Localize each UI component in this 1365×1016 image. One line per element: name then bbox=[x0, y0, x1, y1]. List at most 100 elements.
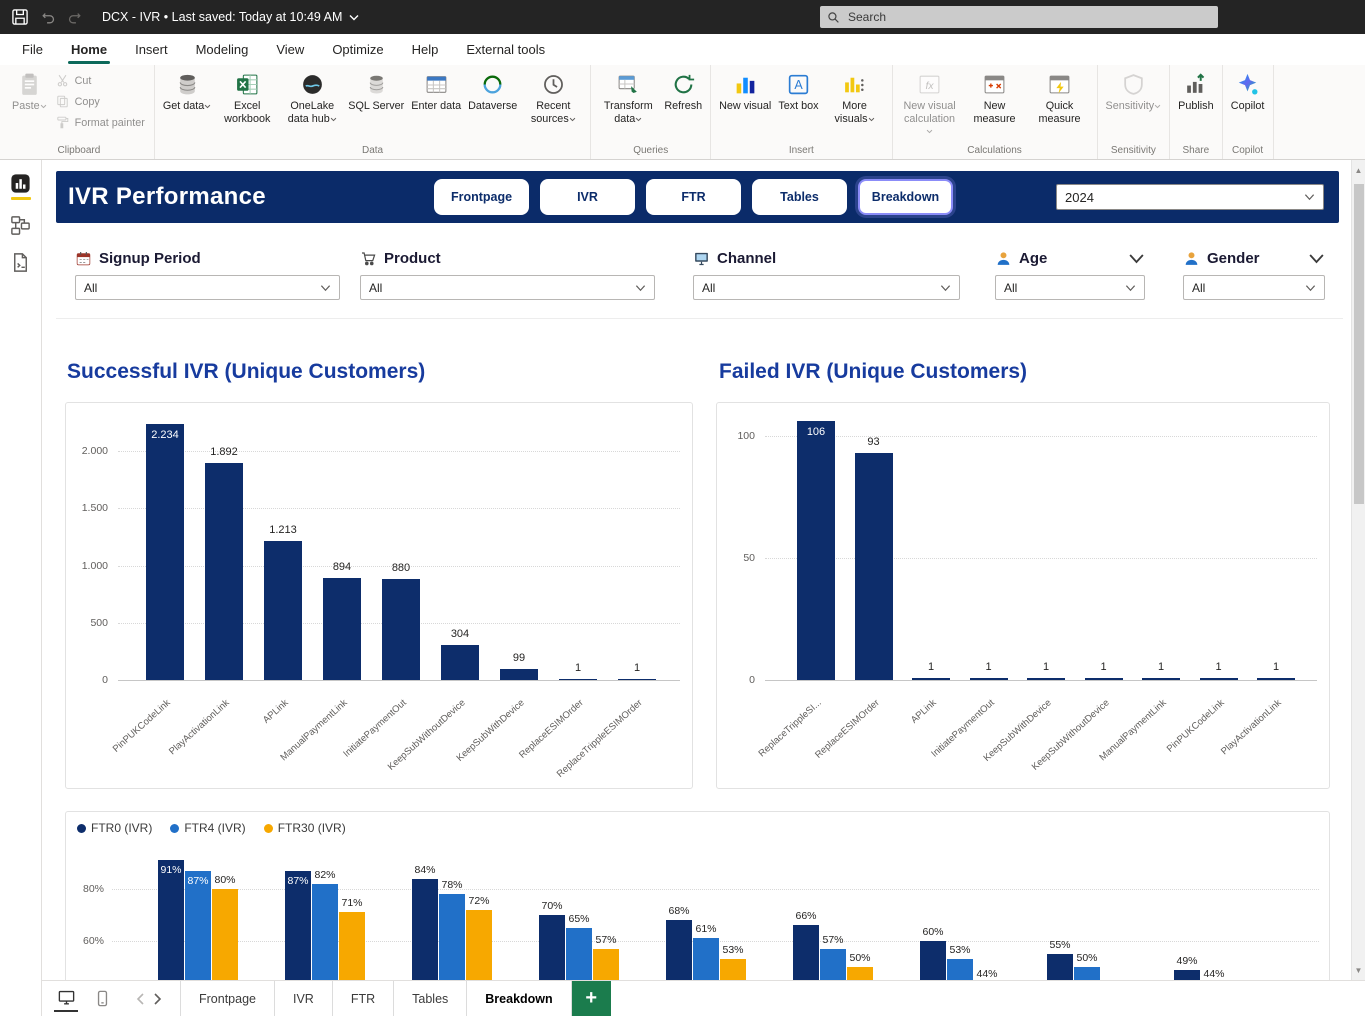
menu-external-tools[interactable]: External tools bbox=[452, 34, 559, 65]
mobile-view-toggle[interactable] bbox=[90, 986, 114, 1012]
title-caret-icon[interactable] bbox=[348, 12, 360, 22]
bar-manualpaymentlink[interactable] bbox=[1142, 677, 1180, 680]
side-rail bbox=[0, 160, 42, 1016]
bar-ftr30-ivr-4[interactable] bbox=[720, 959, 746, 980]
bar-manualpaymentlink[interactable] bbox=[323, 577, 361, 680]
new-page-button[interactable]: + bbox=[571, 981, 611, 1016]
bar-keepsubwithoutdevice[interactable] bbox=[1084, 677, 1123, 680]
get-data-button[interactable]: Get data bbox=[160, 68, 214, 115]
copilot-button[interactable]: Copilot bbox=[1228, 68, 1268, 115]
rail-item-report-view[interactable] bbox=[7, 172, 35, 200]
nav-tab-ftr[interactable]: FTR bbox=[646, 179, 741, 215]
nav-tab-ivr[interactable]: IVR bbox=[540, 179, 635, 215]
person-icon bbox=[995, 250, 1012, 267]
bar-keepsubwithdevice[interactable] bbox=[500, 668, 538, 680]
recent-sources-button[interactable]: Recent sources bbox=[521, 68, 585, 127]
bar-aplink[interactable] bbox=[912, 677, 950, 680]
bar-ftr30-ivr-3[interactable] bbox=[593, 948, 619, 980]
scrollbar-thumb[interactable] bbox=[1354, 184, 1364, 504]
refresh-button[interactable]: Refresh bbox=[661, 68, 705, 115]
enter-data-button[interactable]: Enter data bbox=[408, 68, 464, 115]
page-tab-ftr[interactable]: FTR bbox=[332, 981, 395, 1016]
bar-playactivationlink[interactable] bbox=[1257, 677, 1295, 680]
chevron-down-icon[interactable] bbox=[1128, 250, 1145, 267]
page-tab-tables[interactable]: Tables bbox=[394, 981, 468, 1016]
bar-keepsubwithdevice[interactable] bbox=[1027, 677, 1065, 680]
filter-gender-dropdown[interactable]: All bbox=[1183, 275, 1325, 300]
ribbon-group-label: Copilot bbox=[1232, 145, 1264, 156]
bar-keepsubwithoutdevice[interactable] bbox=[441, 645, 479, 680]
nav-tab-breakdown[interactable]: Breakdown bbox=[858, 179, 953, 215]
scroll-up-arrow[interactable]: ▲ bbox=[1352, 162, 1365, 178]
legend-item[interactable]: FTR4 (IVR) bbox=[170, 821, 246, 835]
search-box[interactable] bbox=[820, 6, 1218, 28]
bar-pinpukcodelink[interactable] bbox=[1199, 677, 1238, 680]
bar-replacetripplesi[interactable] bbox=[797, 421, 835, 680]
dataverse-button[interactable]: Dataverse bbox=[465, 68, 520, 115]
filter-channel-dropdown[interactable]: All bbox=[693, 275, 960, 300]
scroll-down-arrow[interactable]: ▼ bbox=[1352, 962, 1365, 978]
bar-ftr30-ivr-5[interactable] bbox=[847, 967, 873, 980]
new-measure-button[interactable]: New measure bbox=[963, 68, 1027, 127]
bar-replaceesimorder[interactable] bbox=[854, 453, 893, 680]
nav-tab-tables[interactable]: Tables bbox=[752, 179, 847, 215]
menu-view[interactable]: View bbox=[262, 34, 318, 65]
gridline bbox=[765, 680, 1317, 681]
nav-tab-frontpage[interactable]: Frontpage bbox=[434, 179, 529, 215]
sql-server-button[interactable]: SQL Server bbox=[345, 68, 407, 115]
new-visual-button[interactable]: New visual bbox=[716, 68, 774, 115]
bar-value-label: 1 bbox=[985, 660, 992, 673]
undo-icon[interactable] bbox=[40, 9, 57, 26]
bar-ftr0-ivr-1[interactable] bbox=[285, 870, 311, 980]
bar-ftr30-ivr-1[interactable] bbox=[339, 912, 365, 980]
chevron-right-icon[interactable] bbox=[153, 992, 162, 1005]
rail-item-dax-query-view[interactable] bbox=[7, 251, 35, 274]
menu-help[interactable]: Help bbox=[398, 34, 453, 65]
year-dropdown[interactable]: 2024 bbox=[1056, 184, 1324, 210]
save-icon[interactable] bbox=[10, 7, 30, 27]
bar-pinpukcodelink[interactable] bbox=[146, 424, 184, 680]
bar-ftr0-ivr-2[interactable] bbox=[412, 878, 438, 980]
vertical-scrollbar[interactable]: ▲ ▼ bbox=[1351, 160, 1365, 980]
search-input[interactable] bbox=[846, 9, 1211, 25]
filter-signup-period-dropdown[interactable]: All bbox=[75, 275, 340, 300]
bar-ftr4-ivr-0[interactable] bbox=[185, 870, 211, 980]
bar-aplink[interactable] bbox=[264, 541, 302, 680]
page-tab-breakdown[interactable]: Breakdown bbox=[467, 981, 572, 1016]
filter-product-dropdown[interactable]: All bbox=[360, 275, 655, 300]
bar-value-label: 1 bbox=[927, 660, 935, 673]
menu-modeling[interactable]: Modeling bbox=[182, 34, 263, 65]
bar-replacetrippleesimorder[interactable] bbox=[618, 679, 656, 680]
button-label: Quick measure bbox=[1038, 100, 1081, 125]
chevron-left-icon[interactable] bbox=[136, 992, 145, 1005]
bar-replaceesimorder[interactable] bbox=[559, 679, 597, 680]
bar-value-label: 1 bbox=[1215, 660, 1222, 673]
bar-ftr4-ivr-2[interactable] bbox=[439, 894, 465, 980]
publish-button[interactable]: Publish bbox=[1175, 68, 1216, 115]
redo-icon[interactable] bbox=[66, 9, 83, 26]
text-box-button[interactable]: A Text box bbox=[775, 68, 821, 115]
menu-insert[interactable]: Insert bbox=[121, 34, 182, 65]
filter-age-dropdown[interactable]: All bbox=[995, 275, 1145, 300]
bar-initiatepaymentout[interactable] bbox=[382, 579, 420, 680]
desktop-view-toggle[interactable] bbox=[54, 986, 78, 1012]
bar-playactivationlink[interactable] bbox=[205, 463, 243, 680]
legend-item[interactable]: FTR30 (IVR) bbox=[263, 821, 346, 835]
transform-data-button[interactable]: Transform data bbox=[596, 68, 660, 127]
quick-measure-button[interactable]: Quick measure bbox=[1028, 68, 1092, 127]
onelake-data-hub-button[interactable]: OneLake data hub bbox=[280, 68, 344, 127]
legend-item[interactable]: FTR0 (IVR) bbox=[77, 821, 152, 835]
bar-ftr30-ivr-0[interactable] bbox=[212, 889, 238, 980]
rail-item-model-view[interactable] bbox=[7, 214, 35, 237]
excel-workbook-button[interactable]: Excel workbook bbox=[215, 68, 279, 127]
page-tab-frontpage[interactable]: Frontpage bbox=[180, 981, 275, 1016]
bar-ftr4-ivr-7[interactable] bbox=[1074, 967, 1100, 980]
menu-file[interactable]: File bbox=[8, 34, 57, 65]
page-tab-ivr[interactable]: IVR bbox=[274, 981, 333, 1016]
bar-ftr30-ivr-2[interactable] bbox=[466, 909, 492, 980]
menu-optimize[interactable]: Optimize bbox=[318, 34, 397, 65]
bar-initiatepaymentout[interactable] bbox=[969, 677, 1008, 680]
chevron-down-icon[interactable] bbox=[1308, 250, 1325, 267]
menu-home[interactable]: Home bbox=[57, 34, 121, 65]
more-visuals-button[interactable]: More visuals bbox=[823, 68, 887, 127]
